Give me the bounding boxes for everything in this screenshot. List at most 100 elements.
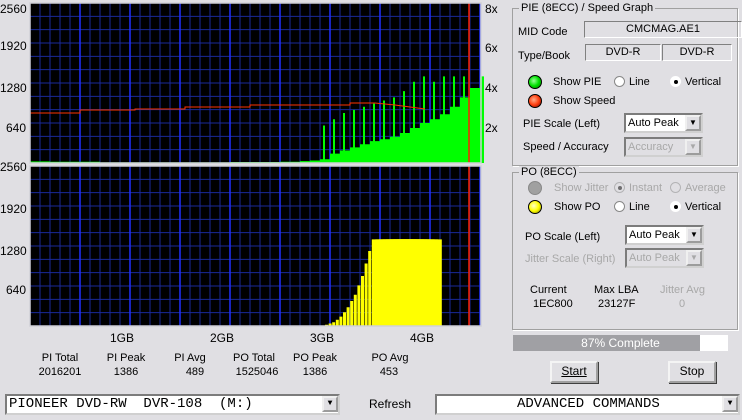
pi-peak-label: PI Peak [106,352,146,364]
start-label: Start [561,364,587,378]
jitter-scale-select[interactable]: Auto Peak ▼ [625,248,704,268]
po-vertical-label[interactable]: Vertical [685,201,721,213]
po-line-label[interactable]: Line [629,201,650,213]
drive-select[interactable]: PIONEER DVD-RW DVR-108 (M:) ▼ [5,394,340,415]
speed-accuracy-select[interactable]: Accuracy ▼ [624,137,703,157]
pi-peak: 1386 [113,366,139,378]
show-pie-label[interactable]: Show PIE [553,76,601,88]
speed-tick: 8x [485,2,498,16]
speed-tick: 6x [485,41,498,55]
x-tick: 1GB [109,331,134,345]
max-lba: 23127F [598,298,636,310]
pie-line-label[interactable]: Line [629,76,650,88]
bar [470,88,480,163]
bar [364,263,368,326]
po-y-tick: 640 [5,283,26,297]
bar [339,316,343,326]
bar [335,319,339,326]
chevron-down-icon[interactable]: ▼ [722,396,738,412]
mid-code: CMCMAG.AE1 [584,21,742,38]
pi-avg: 489 [185,366,205,378]
disc-type: DVD-R [585,44,661,61]
current-lba: 1EC800 [533,298,573,310]
po-y-tick: 1280 [0,244,27,258]
advanced-commands-value: ADVANCED COMMANDS [517,396,660,412]
po-peak: 1386 [302,366,328,378]
average-radio[interactable] [670,182,681,193]
jitter-color-icon[interactable] [528,181,542,195]
show-po-label[interactable]: Show PO [554,201,600,213]
bar [400,239,442,326]
start-button[interactable]: Start [550,361,598,383]
speed-tick: 2x [485,121,498,135]
po-scale-value: Auto Peak [629,229,680,241]
progress-bar: 87% Complete [513,335,728,351]
instant-radio[interactable] [614,182,625,193]
bar [346,307,350,326]
jitter-avg: 0 [679,298,686,310]
stop-label: Stop [679,364,705,378]
pie-y-tick: 2560 [0,2,27,16]
speed-accuracy-label: Speed / Accuracy [523,141,609,153]
po-y-tick: 2560 [0,160,27,174]
po-peak-label: PO Peak [292,352,338,364]
instant-label[interactable]: Instant [629,182,662,194]
jitter-scale-value: Auto Peak [629,252,680,264]
pie-line-radio[interactable] [614,76,625,87]
speed-color-icon[interactable] [528,94,542,108]
chevron-down-icon[interactable]: ▼ [686,250,702,266]
pie-scale-select[interactable]: Auto Peak ▼ [624,113,703,133]
pie-scale-value: Auto Peak [628,117,679,129]
x-tick: 3GB [309,331,334,345]
refresh-button[interactable]: Refresh [369,397,411,411]
pi-total: 2016201 [38,366,82,378]
pie-y-tick: 1280 [0,81,27,95]
mid-label: MID Code [518,26,568,38]
bar [353,294,357,326]
speed-accuracy-value: Accuracy [628,141,674,153]
graph-area [29,2,484,327]
po-avg-label: PO Avg [371,352,409,364]
pie-y-tick: 1920 [0,39,27,53]
show-jitter-label[interactable]: Show Jitter [554,182,608,194]
chevron-down-icon[interactable]: ▼ [686,227,702,243]
bar [357,285,361,326]
pie-vertical-label[interactable]: Vertical [685,76,721,88]
po-y-tick: 1920 [0,202,27,216]
po-graph [29,165,482,327]
po-color-icon[interactable] [528,200,542,214]
chevron-down-icon[interactable]: ▼ [685,115,701,131]
po-scale-label: PO Scale (Left) [525,231,601,243]
chevron-down-icon[interactable]: ▼ [685,139,701,155]
po-total-label: PO Total [233,352,275,364]
bar [368,251,372,326]
show-speed-label[interactable]: Show Speed [553,95,615,107]
pie-scale-label: PIE Scale (Left) [523,118,601,130]
bar [350,301,354,326]
po-line-radio[interactable] [614,201,625,212]
po-vertical-radio[interactable] [670,201,681,212]
speed-tick: 4x [485,81,498,95]
jitter-avg-label: Jitter Avg [660,284,706,296]
po-group-title: PO (8ECC) [519,166,579,178]
pie-y-tick: 640 [5,121,26,135]
po-avg: 453 [379,366,399,378]
po-scale-select[interactable]: Auto Peak ▼ [625,225,704,245]
chevron-down-icon[interactable]: ▼ [322,396,338,412]
pie-color-icon[interactable] [528,75,542,89]
advanced-commands-select[interactable]: ADVANCED COMMANDS ▼ [435,394,740,415]
average-label[interactable]: Average [685,182,726,194]
stop-button[interactable]: Stop [668,361,716,383]
max-lba-label: Max LBA [594,284,639,296]
pie-vertical-radio[interactable] [670,76,681,87]
current-label: Current [530,284,567,296]
bar [343,312,346,326]
drive-value: PIONEER DVD-RW DVR-108 (M:) [9,396,253,412]
jitter-scale-label: Jitter Scale (Right) [525,253,616,265]
pie-graph [29,2,484,164]
progress-label: 87% Complete [581,336,660,350]
pi-total-label: PI Total [41,352,79,364]
x-tick: 4GB [409,331,434,345]
bar [361,276,364,326]
pi-avg-label: PI Avg [174,352,206,364]
